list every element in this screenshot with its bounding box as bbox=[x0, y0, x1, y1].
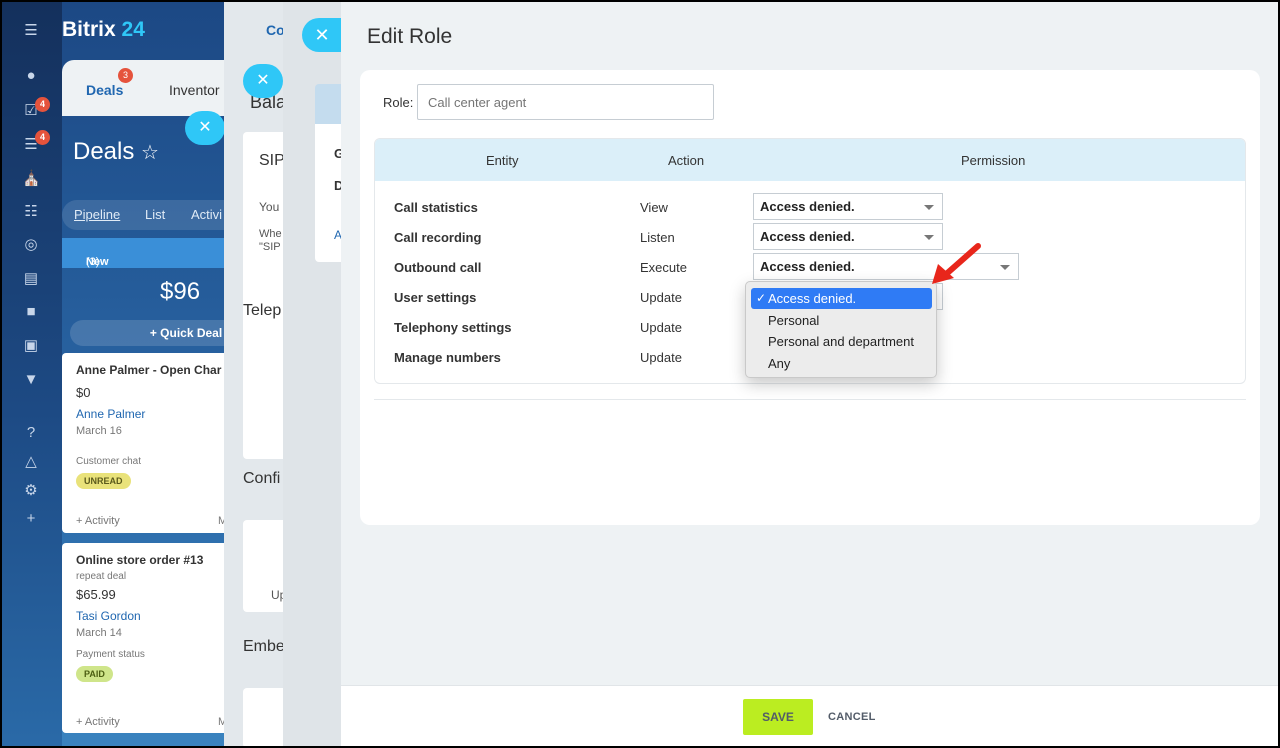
deal-date: March 14 bbox=[76, 627, 122, 639]
layer-tab[interactable]: Co bbox=[266, 22, 285, 38]
layer-text: SIP bbox=[259, 152, 285, 169]
entity-label: User settings bbox=[394, 290, 477, 305]
gear-icon[interactable]: ⚙ bbox=[22, 482, 40, 500]
star-icon[interactable]: ☆ bbox=[141, 142, 159, 164]
annotation-arrow-icon bbox=[932, 243, 981, 284]
action-label: Update bbox=[640, 350, 682, 365]
action-label: Update bbox=[640, 320, 682, 335]
close-icon[interactable]: ✕ bbox=[243, 64, 283, 98]
deal-date: March 16 bbox=[76, 425, 122, 437]
bank-icon[interactable]: ⛪ bbox=[22, 170, 41, 188]
close-icon[interactable]: ✕ bbox=[185, 111, 225, 145]
layer-heading: Telep bbox=[243, 302, 282, 319]
entity-label: Manage numbers bbox=[394, 350, 501, 365]
entity-label: Call recording bbox=[394, 230, 482, 245]
tab-deals-badge: 3 bbox=[118, 68, 133, 83]
role-name-input[interactable] bbox=[417, 84, 714, 120]
target-icon[interactable]: ◎ bbox=[22, 236, 40, 254]
robot-icon[interactable]: ■ bbox=[22, 303, 40, 321]
status-badge: UNREAD bbox=[76, 473, 131, 489]
help-icon[interactable]: ? bbox=[22, 424, 40, 442]
dropdown-option-personal-and-department[interactable]: Personal and department bbox=[751, 331, 932, 352]
action-label: Execute bbox=[640, 260, 687, 275]
layer-text: "SIP bbox=[259, 241, 281, 253]
column-header-permission: Permission bbox=[961, 153, 1026, 168]
deal-price: $65.99 bbox=[76, 587, 116, 602]
tab-list[interactable]: List bbox=[145, 207, 165, 222]
tab-activity[interactable]: Activi bbox=[191, 207, 222, 222]
divider bbox=[374, 399, 1246, 400]
entity-label: Outbound call bbox=[394, 260, 482, 275]
chevron-down-icon[interactable]: ▼ bbox=[22, 371, 40, 389]
save-button[interactable]: SAVE bbox=[743, 699, 813, 735]
chevron-down-icon bbox=[1000, 265, 1010, 270]
column-header-entity: Entity bbox=[486, 153, 519, 168]
role-label: Role: bbox=[383, 95, 414, 110]
tasks-badge: 4 bbox=[35, 97, 50, 112]
close-slider-button[interactable]: ✕ bbox=[302, 18, 342, 52]
layer-heading: Embe bbox=[243, 638, 285, 655]
checkmark-icon: ✓ bbox=[756, 291, 767, 305]
contact-card-icon[interactable]: ▤ bbox=[22, 270, 40, 288]
entity-label: Call statistics bbox=[394, 200, 478, 215]
left-rail: ☰ ● ☑ 4 ☰ 4 ⛪ ☷ ◎ ▤ ■ ▣ ▼ ? △ ⚙ + bbox=[0, 0, 62, 748]
tab-pipeline[interactable]: Pipeline bbox=[74, 207, 120, 222]
box-icon[interactable]: ▣ bbox=[22, 337, 40, 355]
page-title: Edit Role bbox=[367, 25, 453, 48]
page-title: Deals ☆ bbox=[73, 138, 159, 165]
permission-select[interactable]: Access denied. bbox=[753, 223, 943, 250]
permission-select[interactable]: Access denied. bbox=[753, 193, 943, 220]
deal-subtitle: repeat deal bbox=[76, 571, 127, 582]
dropdown-option-access-denied[interactable]: ✓ Access denied. bbox=[751, 288, 932, 309]
status-badge: PAID bbox=[76, 666, 113, 682]
table-header: Entity Action Permission bbox=[375, 139, 1245, 181]
chevron-down-icon bbox=[924, 205, 934, 210]
plus-icon[interactable]: + bbox=[22, 510, 40, 528]
column-sum: $96 bbox=[160, 278, 201, 305]
layer-heading: Confi bbox=[243, 470, 281, 487]
dropdown-option-any[interactable]: Any bbox=[751, 353, 932, 374]
permission-dropdown-menu: ✓ Access denied. Personal Personal and de… bbox=[745, 281, 937, 378]
cancel-button[interactable]: CANCEL bbox=[828, 699, 876, 735]
tab-deals[interactable]: Deals bbox=[86, 82, 123, 98]
deal-source: Payment status bbox=[76, 649, 145, 660]
entity-label: Telephony settings bbox=[394, 320, 512, 335]
layer-text: Whe bbox=[259, 228, 282, 240]
column-header-action: Action bbox=[668, 153, 705, 168]
layer-text: You bbox=[259, 200, 280, 214]
footer-bar: SAVE CANCEL bbox=[341, 685, 1280, 748]
structure-icon[interactable]: △ bbox=[22, 453, 40, 471]
menu-icon[interactable]: ☰ bbox=[22, 22, 40, 40]
tab-inventory[interactable]: Inventor bbox=[169, 82, 220, 98]
cart-icon[interactable]: ☷ bbox=[22, 203, 40, 221]
deal-contact[interactable]: Anne Palmer bbox=[76, 407, 145, 421]
deal-price: $0 bbox=[76, 385, 91, 400]
action-label: Listen bbox=[640, 230, 675, 245]
dropdown-option-personal[interactable]: Personal bbox=[751, 310, 932, 331]
logo: Bitrix 24 bbox=[62, 18, 145, 41]
edit-role-panel: Edit Role Role: Entity Action Permission… bbox=[341, 0, 1280, 748]
deal-title: Anne Palmer - Open Char bbox=[76, 363, 222, 377]
action-label: View bbox=[640, 200, 668, 215]
deal-contact[interactable]: Tasi Gordon bbox=[76, 609, 141, 623]
action-label: Update bbox=[640, 290, 682, 305]
add-activity-link[interactable]: + Activity bbox=[76, 515, 120, 527]
deal-source: Customer chat bbox=[76, 456, 142, 467]
feed-icon[interactable]: ● bbox=[22, 67, 40, 85]
deal-title: Online store order #13 bbox=[76, 553, 204, 567]
add-activity-link[interactable]: + Activity bbox=[76, 716, 120, 728]
crm-badge: 4 bbox=[35, 130, 50, 145]
